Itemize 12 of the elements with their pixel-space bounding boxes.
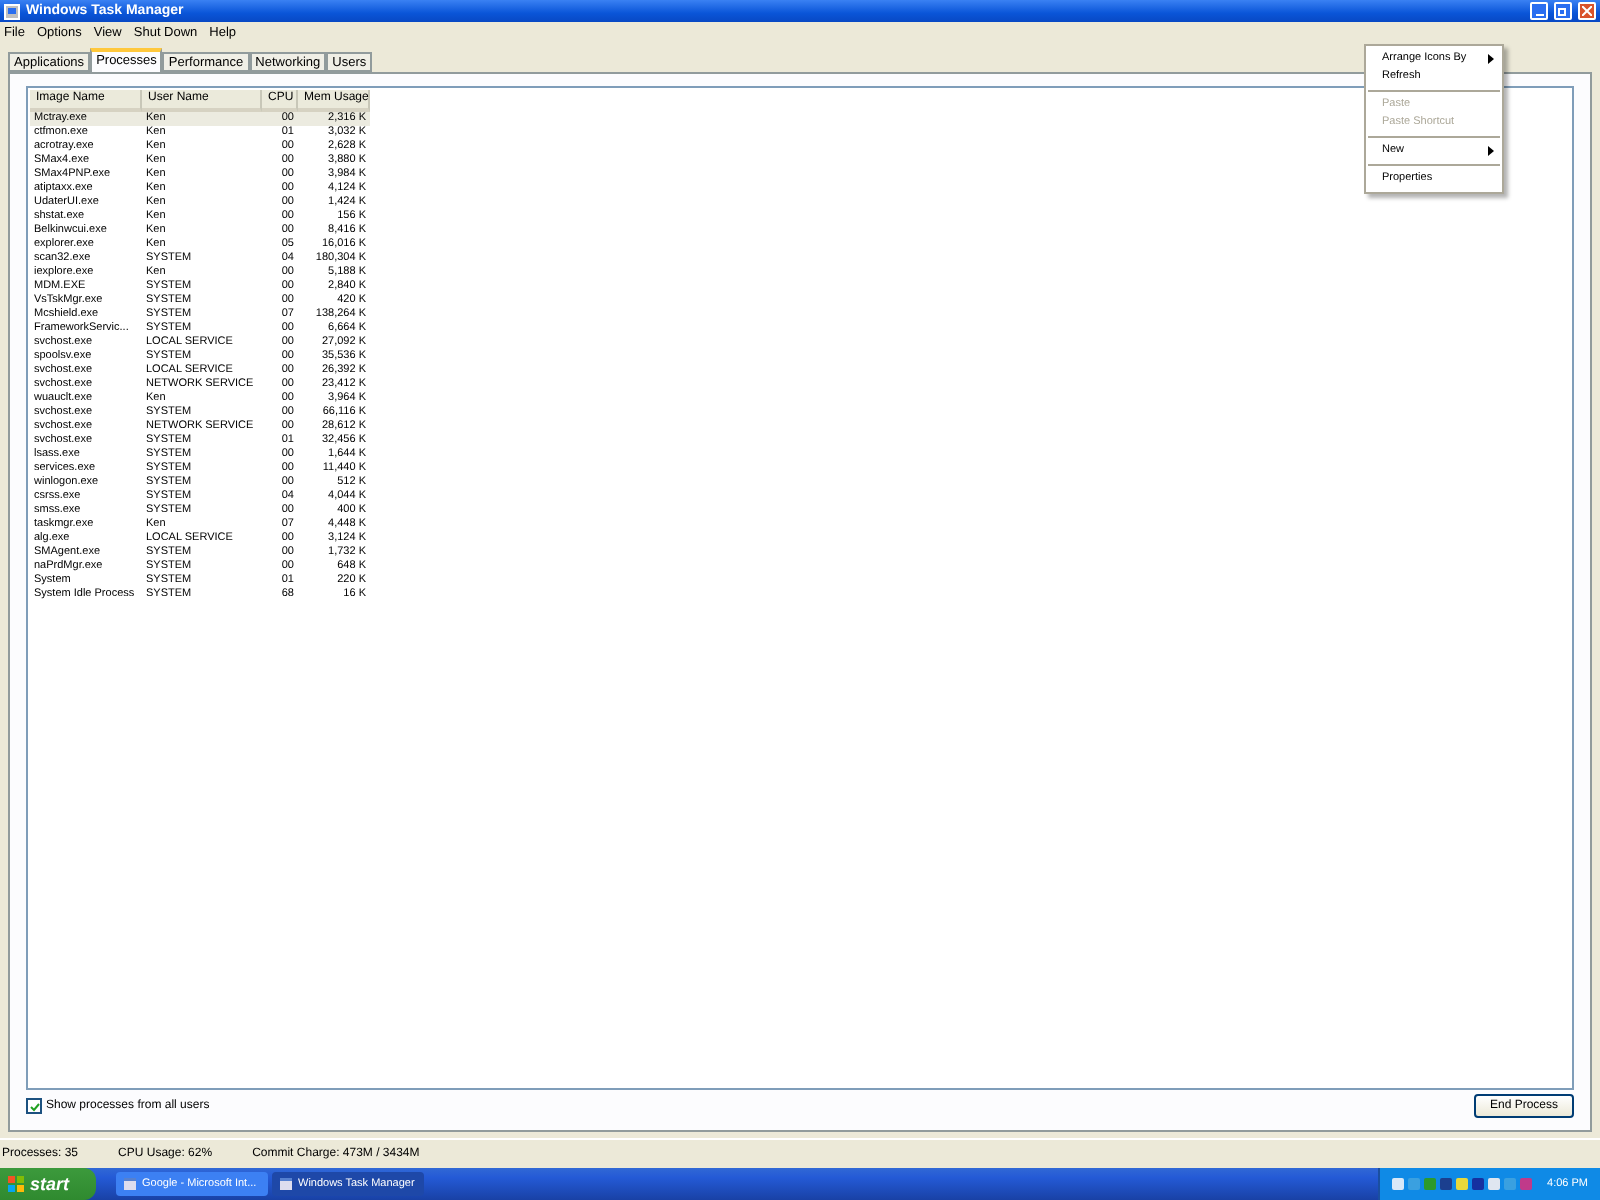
restore-icon [1558,6,1568,16]
close-icon [1582,6,1592,16]
start-button[interactable]: start [0,1168,96,1200]
check-icon [29,1101,39,1111]
windows-flag-icon [8,1176,24,1192]
window-icon [124,1178,136,1190]
restore-button[interactable] [1554,2,1572,20]
window-icon [280,1178,292,1190]
checkbox[interactable] [26,1098,42,1114]
close-button[interactable] [1578,2,1596,20]
app-icon [4,3,20,19]
minimize-button[interactable] [1530,2,1548,20]
